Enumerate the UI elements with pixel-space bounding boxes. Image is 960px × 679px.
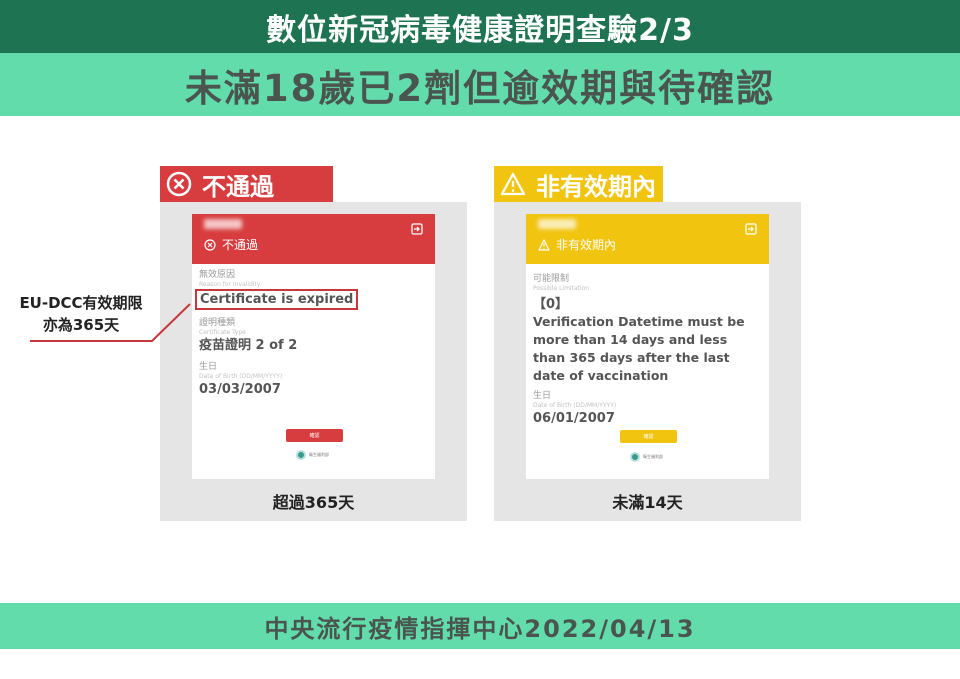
field-label-en: Possible Limitation xyxy=(533,285,590,292)
phone-status-label: 不通過 xyxy=(222,238,259,252)
field-label-en: Date of Birth (DD/MM/YYYY) xyxy=(533,402,617,409)
circle-x-icon xyxy=(166,171,192,197)
field-value: 疫苗證明 2 of 2 xyxy=(199,338,298,353)
blurred-name xyxy=(204,219,242,229)
field-label-en: Reason for Invalidity xyxy=(199,281,261,288)
logo-text: 衛生福利部 xyxy=(643,454,663,459)
field-label-en: Certificate Type xyxy=(199,329,246,336)
header-subtitle: 未滿18歲已2劑但逾效期與待確認 xyxy=(184,66,776,110)
field-possible-limitation: 可能限制 Possible Limitation 【0】 Verificatio… xyxy=(526,274,769,385)
circle-x-icon xyxy=(204,238,216,251)
field-label: 證明種類 xyxy=(199,318,236,328)
phone-screenshot: 非有效期內 可能限制 Possible Limitation 【0】 Verif… xyxy=(526,214,769,479)
panel-caption: 未滿14天 xyxy=(612,493,683,512)
field-label: 生日 xyxy=(533,391,552,401)
mohw-logo: 衛生福利部 xyxy=(296,450,329,460)
footer-bar: 中央流行疫情指揮中心2022/04/13 xyxy=(0,603,960,649)
warning-triangle-icon xyxy=(500,171,526,197)
logo-icon xyxy=(630,452,640,462)
field-date-of-birth: 生日 Date of Birth (DD/MM/YYYY) 06/01/2007 xyxy=(526,391,769,427)
field-invalid-reason: 無效原因 Reason for Invalidity Certificate i… xyxy=(192,270,435,310)
field-value: 06/01/2007 xyxy=(533,411,615,426)
phone-status: 非有效期內 xyxy=(538,236,616,253)
phone-status-label: 非有效期內 xyxy=(556,238,617,252)
header-title-bar: 數位新冠病毒健康證明查驗2/3 xyxy=(0,0,960,53)
highlight-box: Certificate is expired xyxy=(195,289,359,310)
status-tag-fail: 不通過 xyxy=(160,166,333,202)
blurred-name xyxy=(538,219,576,229)
card-panel-not-yet-valid: 非有效期內 可能限制 Possible Limitation 【0】 Verif… xyxy=(494,202,801,521)
limitation-code: 【0】 xyxy=(533,297,569,312)
exit-icon[interactable] xyxy=(411,220,423,235)
field-label: 可能限制 xyxy=(533,274,570,284)
field-label: 生日 xyxy=(199,362,218,372)
phone-screenshot: 不通過 無效原因 Reason for Invalidity Certifica… xyxy=(192,214,435,479)
field-date-of-birth: 生日 Date of Birth (DD/MM/YYYY) 03/03/2007 xyxy=(192,362,435,398)
field-label-en: Date of Birth (DD/MM/YYYY) xyxy=(199,373,283,380)
field-value: 03/03/2007 xyxy=(199,382,281,397)
status-tag-label: 不通過 xyxy=(202,172,274,201)
annotation-line-1: EU-DCC有效期限 xyxy=(19,294,143,312)
phone-status: 不通過 xyxy=(204,236,258,253)
phone-header: 不通過 xyxy=(192,214,435,264)
exit-icon[interactable] xyxy=(745,220,757,235)
logo-text: 衛生福利部 xyxy=(309,452,329,457)
field-label: 無效原因 xyxy=(199,270,236,280)
field-value: Verification Datetime must be more than … xyxy=(533,314,745,383)
confirm-button[interactable]: 確認 xyxy=(286,429,343,442)
panel-caption: 超過365天 xyxy=(272,493,355,512)
phone-header: 非有效期內 xyxy=(526,214,769,264)
status-tag-label: 非有效期內 xyxy=(536,172,656,201)
header-title: 數位新冠病毒健康證明查驗2/3 xyxy=(266,12,694,48)
card-panel-expired: 不通過 無效原因 Reason for Invalidity Certifica… xyxy=(160,202,467,521)
mohw-logo: 衛生福利部 xyxy=(630,452,663,462)
footer-text: 中央流行疫情指揮中心2022/04/13 xyxy=(264,614,696,643)
annotation-note: EU-DCC有效期限 亦為365天 xyxy=(2,292,160,336)
header-subtitle-bar: 未滿18歲已2劑但逾效期與待確認 xyxy=(0,53,960,116)
annotation-line-2: 亦為365天 xyxy=(42,316,120,334)
status-tag-warn: 非有效期內 xyxy=(494,166,663,202)
field-value: Certificate is expired xyxy=(195,289,435,310)
warning-triangle-icon xyxy=(538,238,550,251)
confirm-button[interactable]: 確認 xyxy=(620,430,677,443)
logo-icon xyxy=(296,450,306,460)
field-certificate-type: 證明種類 Certificate Type 疫苗證明 2 of 2 xyxy=(192,318,435,354)
